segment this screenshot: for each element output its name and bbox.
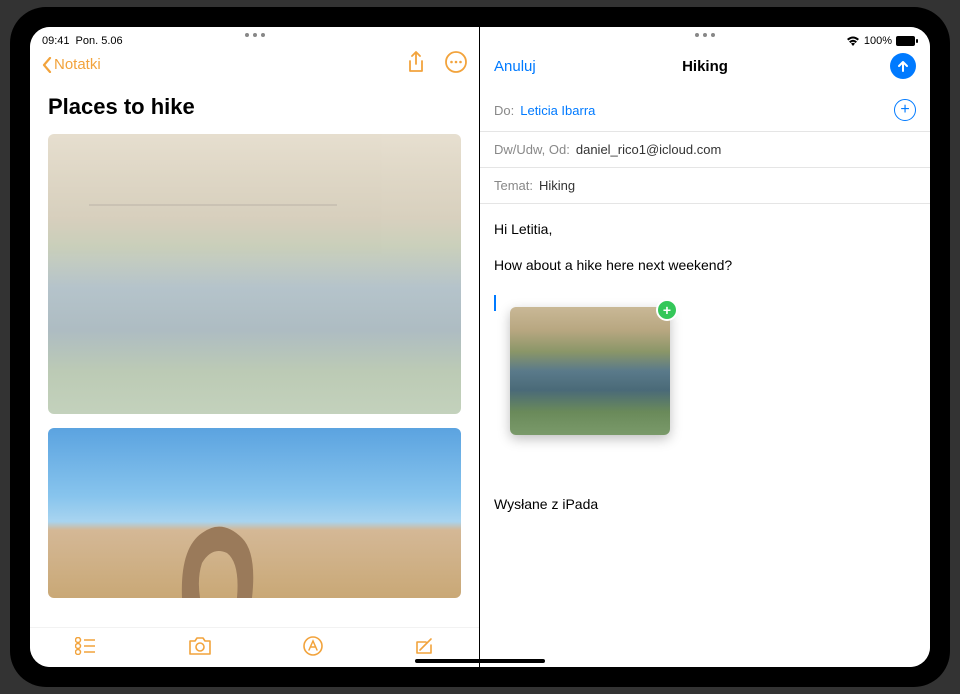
status-date: Pon. 5.06 bbox=[76, 35, 123, 47]
cc-from-field[interactable]: Dw/Udw, Od: daniel_rico1@icloud.com bbox=[480, 132, 930, 168]
camera-icon bbox=[188, 637, 212, 655]
status-bar: 09:41 Pon. 5.06 100% bbox=[30, 31, 930, 51]
share-icon bbox=[407, 51, 425, 73]
body-line: How about a hike here next weekend? bbox=[494, 254, 916, 276]
body-greeting: Hi Letitia, bbox=[494, 218, 916, 240]
checklist-button[interactable] bbox=[75, 637, 97, 660]
screen: 09:41 Pon. 5.06 100% bbox=[30, 27, 930, 667]
notes-app-pane: Notatki Places to hike bbox=[30, 27, 480, 667]
signature: Wysłane z iPada bbox=[494, 493, 916, 515]
send-button[interactable] bbox=[890, 53, 916, 79]
note-title[interactable]: Places to hike bbox=[30, 84, 479, 134]
subject-label: Temat: bbox=[494, 178, 533, 193]
dragged-attachment-image[interactable]: + bbox=[510, 307, 670, 435]
arrow-up-icon bbox=[896, 59, 910, 73]
notes-toolbar bbox=[30, 627, 479, 667]
back-button[interactable]: Notatki bbox=[42, 56, 101, 73]
checklist-icon bbox=[75, 637, 97, 655]
ellipsis-circle-icon bbox=[445, 51, 467, 73]
add-badge-icon: + bbox=[656, 299, 678, 321]
to-field[interactable]: Do: Leticia Ibarra + bbox=[480, 89, 930, 132]
share-button[interactable] bbox=[407, 51, 425, 78]
subject-field[interactable]: Temat: Hiking bbox=[480, 168, 930, 204]
compose-button[interactable] bbox=[414, 636, 434, 661]
markup-icon bbox=[303, 636, 323, 656]
compose-icon bbox=[414, 636, 434, 656]
subject-value: Hiking bbox=[539, 178, 575, 193]
wifi-icon bbox=[846, 36, 860, 46]
mail-title: Hiking bbox=[682, 58, 728, 75]
note-image-2[interactable] bbox=[48, 428, 461, 598]
status-time: 09:41 bbox=[42, 35, 70, 47]
to-label: Do: bbox=[494, 103, 514, 118]
mail-app-pane: Anuluj Hiking Do: Leticia Ibarra + Dw/Ud… bbox=[480, 27, 930, 667]
more-button[interactable] bbox=[445, 51, 467, 78]
back-label: Notatki bbox=[54, 56, 101, 73]
plus-icon: + bbox=[900, 102, 909, 118]
text-cursor bbox=[494, 295, 496, 311]
from-value: daniel_rico1@icloud.com bbox=[576, 142, 721, 157]
ipad-device-frame: 09:41 Pon. 5.06 100% bbox=[10, 7, 950, 687]
note-image-1[interactable] bbox=[48, 134, 461, 414]
cc-label: Dw/Udw, Od: bbox=[494, 142, 570, 157]
cancel-button[interactable]: Anuluj bbox=[494, 58, 536, 75]
battery-percentage: 100% bbox=[864, 35, 892, 47]
home-indicator[interactable] bbox=[415, 659, 545, 663]
camera-button[interactable] bbox=[188, 637, 212, 660]
markup-button[interactable] bbox=[303, 636, 323, 661]
battery-icon bbox=[896, 36, 918, 46]
split-view: Notatki Places to hike bbox=[30, 27, 930, 667]
mail-body[interactable]: Hi Letitia, How about a hike here next w… bbox=[480, 204, 930, 667]
to-recipient[interactable]: Leticia Ibarra bbox=[520, 103, 595, 118]
add-recipient-button[interactable]: + bbox=[894, 99, 916, 121]
note-content[interactable] bbox=[30, 134, 479, 627]
rock-formation bbox=[172, 508, 272, 598]
chevron-left-icon bbox=[42, 57, 52, 73]
